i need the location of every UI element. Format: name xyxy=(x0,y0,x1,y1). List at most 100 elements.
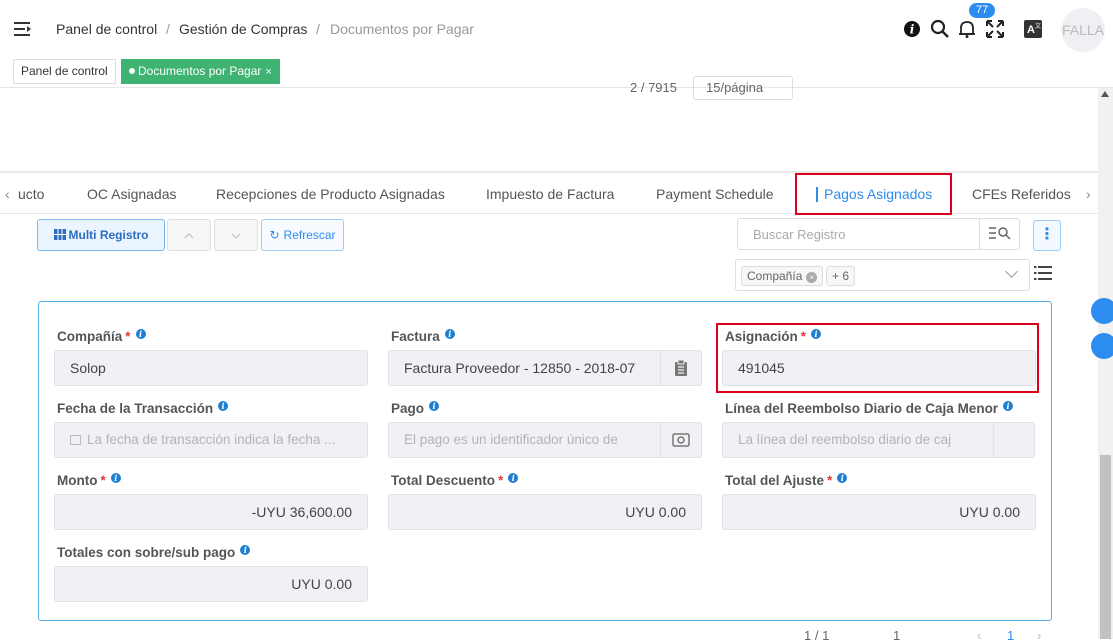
transaction-date-label-text: Fecha de la Transacción xyxy=(57,401,214,416)
company-field[interactable]: Solop xyxy=(54,350,368,386)
prev-record-button[interactable] xyxy=(167,219,211,251)
prev-page-icon[interactable]: ‹ xyxy=(977,628,981,643)
search-input[interactable]: Buscar Registro xyxy=(737,218,980,250)
invoice-label-text: Factura xyxy=(391,329,440,344)
bottom-pagination-range: 1 / 1 xyxy=(804,628,830,643)
scrollbar-thumb[interactable] xyxy=(1100,455,1111,639)
adjustment-label: Total del Ajuste * i xyxy=(725,473,848,488)
search-icon[interactable] xyxy=(929,18,951,40)
breadcrumb-separator: / xyxy=(316,21,320,37)
refresh-icon: ↻ xyxy=(269,228,280,242)
next-page-icon[interactable]: › xyxy=(1037,628,1041,643)
chevron-up-icon xyxy=(184,233,194,239)
svg-text:i: i xyxy=(910,23,915,37)
payment-lookup-button[interactable] xyxy=(660,422,702,458)
tab-products-partial[interactable]: ucto xyxy=(18,186,44,202)
grid-icon xyxy=(53,229,66,240)
fullscreen-icon[interactable] xyxy=(984,18,1006,40)
transaction-date-field[interactable]: La fecha de transacción indica la fecha … xyxy=(54,422,368,458)
highlight-box-tab xyxy=(795,173,952,215)
amount-label-text: Monto xyxy=(57,473,98,488)
info-icon[interactable]: i xyxy=(135,329,146,339)
floating-list-icon[interactable] xyxy=(1091,298,1113,324)
filter-more-tag[interactable]: + 6 xyxy=(826,266,856,286)
cash-line-label: Línea del Reembolso Diario de Caja Menor… xyxy=(725,401,1014,416)
invoice-lookup-button[interactable] xyxy=(660,350,702,386)
tabs-next-icon[interactable]: › xyxy=(1086,186,1091,202)
notification-badge: 77 xyxy=(969,3,995,18)
bottom-page-select[interactable]: 1 xyxy=(893,628,900,643)
payment-icon xyxy=(672,433,690,447)
tab-payment-schedule[interactable]: Payment Schedule xyxy=(656,186,774,202)
refresh-button[interactable]: ↻ Refrescar xyxy=(261,219,344,251)
payment-label: Pago i xyxy=(391,401,440,416)
search-list-icon xyxy=(989,227,1011,240)
tabs-prev-icon[interactable]: ‹ xyxy=(5,186,10,202)
cash-line-lookup-button[interactable] xyxy=(993,422,1035,458)
filter-tag-label: Compañía xyxy=(747,269,803,283)
user-avatar[interactable]: FALLA xyxy=(1061,8,1105,52)
company-label-text: Compañía xyxy=(57,329,123,344)
next-record-button[interactable] xyxy=(214,219,258,251)
amount-field[interactable]: -UYU 36,600.00 xyxy=(54,494,368,530)
bell-icon[interactable] xyxy=(956,18,978,40)
tab-cfe-referred[interactable]: CFEs Referidos xyxy=(972,186,1071,202)
tag-remove-icon[interactable]: × xyxy=(806,272,818,283)
payment-field[interactable]: El pago es un identificador único de xyxy=(388,422,661,458)
discount-field[interactable]: UYU 0.00 xyxy=(388,494,702,530)
info-icon[interactable]: i xyxy=(110,473,121,483)
invoice-field[interactable]: Factura Proveedor - 12850 - 2018-07 xyxy=(388,350,661,386)
adjustment-field[interactable]: UYU 0.00 xyxy=(722,494,1036,530)
discount-label: Total Descuento * i xyxy=(391,473,519,488)
current-page[interactable]: 1 xyxy=(1007,628,1014,643)
calendar-icon xyxy=(70,435,81,445)
breadcrumb-dashboard[interactable]: Panel de control xyxy=(56,21,157,37)
scroll-up-icon[interactable] xyxy=(1101,91,1109,97)
transaction-date-label: Fecha de la Transacción i xyxy=(57,401,229,416)
highlight-box-allocation xyxy=(716,323,1039,393)
tab-invoice-tax[interactable]: Impuesto de Factura xyxy=(486,186,614,202)
multi-record-label: Multi Registro xyxy=(68,228,149,242)
info-icon[interactable]: i xyxy=(429,401,440,411)
multi-record-button[interactable]: Multi Registro xyxy=(37,219,165,251)
info-icon[interactable]: i xyxy=(837,473,848,483)
invoice-label: Factura i xyxy=(391,329,455,344)
company-label: Compañía * i xyxy=(57,329,146,344)
chevron-down-icon xyxy=(231,233,241,239)
more-options-button[interactable]: ⋮ xyxy=(1033,220,1061,251)
info-icon[interactable]: i xyxy=(218,401,229,411)
menu-toggle-icon[interactable] xyxy=(14,21,32,37)
transaction-date-placeholder: La fecha de transacción indica la fecha … xyxy=(87,432,336,447)
info-icon[interactable]: i xyxy=(444,329,455,339)
language-icon[interactable]: A文 xyxy=(1022,18,1044,40)
filter-select[interactable]: Compañía × + 6 xyxy=(735,259,1030,291)
adjustment-label-text: Total del Ajuste xyxy=(725,473,825,488)
search-button[interactable] xyxy=(979,218,1020,250)
app-header: Panel de control / Gestión de Compras / … xyxy=(0,0,1113,58)
info-icon[interactable]: i xyxy=(901,18,923,40)
cash-line-field[interactable]: La línea del reembolso diario de caj xyxy=(722,422,994,458)
breadcrumb-purchasing[interactable]: Gestión de Compras xyxy=(179,21,307,37)
breadcrumb-separator: / xyxy=(166,21,170,37)
refresh-label: Refrescar xyxy=(283,228,336,242)
payment-label-text: Pago xyxy=(391,401,425,416)
tab-receipts-assigned[interactable]: Recepciones de Producto Asignadas xyxy=(216,186,445,202)
required-mark: * xyxy=(827,473,833,488)
discount-label-text: Total Descuento xyxy=(391,473,496,488)
cash-line-label-text: Línea del Reembolso Diario de Caja Menor xyxy=(725,401,999,416)
info-icon[interactable]: i xyxy=(240,545,251,555)
amount-label: Monto * i xyxy=(57,473,121,488)
floating-zoom-icon[interactable] xyxy=(1091,333,1113,359)
tab-bar-overlay xyxy=(0,58,1113,88)
info-icon[interactable]: i xyxy=(508,473,519,483)
required-mark: * xyxy=(125,329,131,344)
over-under-field[interactable]: UYU 0.00 xyxy=(54,566,368,602)
required-mark: * xyxy=(498,473,504,488)
breadcrumb-current: Documentos por Pagar xyxy=(330,21,474,37)
info-icon[interactable]: i xyxy=(1003,401,1014,411)
required-mark: * xyxy=(100,473,106,488)
svg-text:文: 文 xyxy=(1035,22,1041,30)
tab-po-assigned[interactable]: OC Asignadas xyxy=(87,186,177,202)
filter-tag[interactable]: Compañía × xyxy=(741,266,824,286)
list-view-icon[interactable] xyxy=(1034,265,1052,281)
